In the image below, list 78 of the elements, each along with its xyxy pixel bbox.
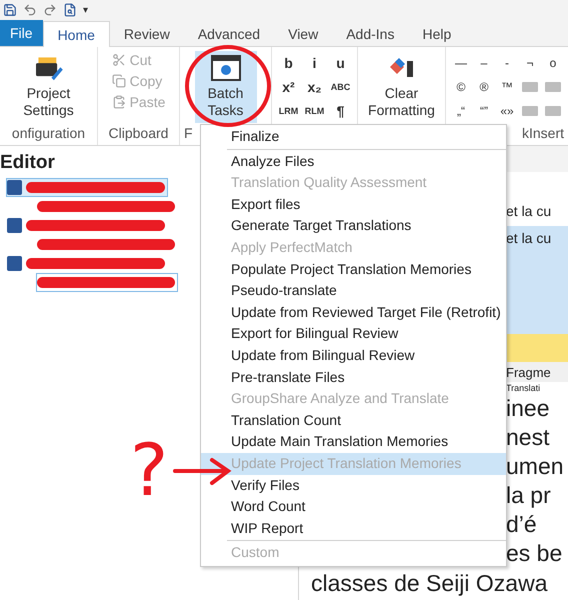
source-text-line: umen xyxy=(506,453,564,480)
column-header: Fragme xyxy=(506,364,551,380)
annotation-arrow xyxy=(172,456,232,486)
menu-item[interactable]: Populate Project Translation Memories xyxy=(201,258,506,280)
menu-item[interactable]: Update from Bilingual Review xyxy=(201,344,506,367)
menu-item[interactable]: Translation Count xyxy=(201,410,506,432)
format-button[interactable]: RLM xyxy=(304,106,324,116)
ribbon-tab[interactable]: Review xyxy=(110,22,184,46)
ribbon-tab[interactable]: View xyxy=(274,22,332,46)
menu-item[interactable]: Generate Target Translations xyxy=(201,215,506,237)
symbol-button[interactable]: “” xyxy=(480,104,488,118)
source-text-line: es be xyxy=(506,540,562,567)
column-subheader: Translati xyxy=(506,383,540,393)
format-button[interactable]: ABC xyxy=(330,82,350,92)
copy-icon xyxy=(112,74,126,88)
symbol-button[interactable]: ™ xyxy=(501,80,513,94)
symbol-button[interactable]: «» xyxy=(500,104,514,118)
group-label: kInsert xyxy=(522,124,564,143)
menu-item[interactable]: WIP Report xyxy=(201,518,506,540)
customize-menu[interactable]: ▾ xyxy=(83,4,88,16)
segment-text: et la cu xyxy=(506,229,552,246)
find-icon[interactable] xyxy=(63,3,77,17)
menu-item[interactable]: Word Count xyxy=(201,496,506,518)
menu-item[interactable]: Pre-translate Files xyxy=(201,366,506,388)
menu-item[interactable]: Update from Reviewed Target File (Retrofit) xyxy=(201,302,506,324)
symbol-button[interactable]: – xyxy=(480,56,488,70)
source-text-line: la pr xyxy=(506,482,551,509)
segment-text: et la cu xyxy=(506,203,552,219)
scissors-icon xyxy=(112,53,126,67)
ribbon-tab[interactable]: Advanced xyxy=(184,22,274,46)
ribbon-tab[interactable]: File xyxy=(0,20,43,46)
source-text-line: classes de Seiji Ozawa xyxy=(310,570,548,597)
source-text-line: inee xyxy=(506,395,550,422)
source-text-line: nest xyxy=(506,424,550,451)
symbol-button[interactable]: - xyxy=(505,56,509,70)
save-icon[interactable] xyxy=(3,3,17,17)
button-label: Project Settings xyxy=(22,85,75,119)
document-icon xyxy=(7,180,22,195)
ribbon-tab[interactable]: Help xyxy=(408,22,466,46)
menu-item[interactable]: Verify Files xyxy=(201,474,506,496)
format-button[interactable]: x₂ xyxy=(307,79,322,95)
symbol-button[interactable]: — xyxy=(455,56,467,70)
format-button[interactable]: LRM xyxy=(278,106,298,116)
document-icon xyxy=(7,256,22,271)
clipboard-icon xyxy=(112,95,126,109)
symbol-button[interactable]: „“ xyxy=(457,104,465,118)
pane-title: Editor xyxy=(0,152,55,174)
menu-item[interactable]: Analyze Files xyxy=(201,150,506,172)
symbol-button[interactable]: © xyxy=(456,80,466,94)
undo-icon[interactable] xyxy=(23,3,37,17)
format-button[interactable]: u xyxy=(336,55,345,71)
format-button[interactable]: x² xyxy=(282,79,295,95)
source-text-line: d’é xyxy=(506,511,537,538)
batch-tasks-button[interactable]: Batch Tasks xyxy=(194,51,256,123)
project-settings-button[interactable]: Project Settings xyxy=(4,51,93,123)
tree-item[interactable] xyxy=(36,273,178,292)
symbol-button[interactable]: o xyxy=(550,56,556,70)
question-mark: ? xyxy=(130,430,168,510)
menu-item[interactable]: Update Main Translation Memories xyxy=(201,431,506,453)
group-label: F xyxy=(184,124,193,143)
ribbon-tab[interactable]: Home xyxy=(42,21,110,47)
document-icon xyxy=(7,218,22,233)
tree-item[interactable] xyxy=(6,178,168,197)
menu-item[interactable]: Export files xyxy=(201,194,506,216)
menu-item[interactable]: Finalize xyxy=(201,126,506,148)
ribbon-tab[interactable]: Add-Ins xyxy=(332,22,408,46)
format-button[interactable]: i xyxy=(312,55,316,71)
format-button[interactable]: ¶ xyxy=(336,103,344,119)
menu-item[interactable]: Pseudo-translate xyxy=(201,280,506,302)
symbol-button[interactable]: ¬ xyxy=(526,56,534,70)
group-label: onfiguration xyxy=(10,124,86,143)
group-label: Clipboard xyxy=(108,124,170,143)
symbol-button[interactable]: ® xyxy=(480,80,488,94)
redo-icon[interactable] xyxy=(43,3,57,17)
gear-window-icon xyxy=(210,55,240,81)
format-button[interactable]: b xyxy=(284,55,293,71)
clear-formatting-button[interactable]: Clear Formatting xyxy=(362,51,441,123)
menu-item[interactable]: Export for Bilingual Review xyxy=(201,323,506,345)
